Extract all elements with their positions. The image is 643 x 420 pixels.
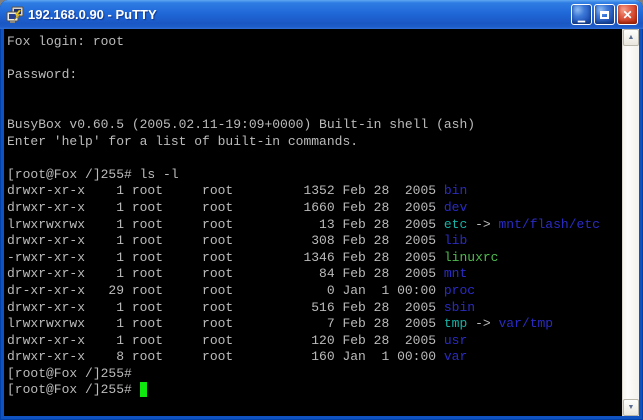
- minimize-icon: ▁: [578, 13, 585, 22]
- scrollbar[interactable]: ▲ ▼: [622, 29, 639, 416]
- terminal-line: [7, 100, 622, 117]
- terminal-lines: Fox login: root Password: BusyBox v0.60.…: [7, 34, 622, 399]
- putty-terminals-icon[interactable]: [6, 6, 24, 24]
- terminal-line: drwxr-xr-x 1 root root 84 Feb 28 2005 mn…: [7, 266, 622, 283]
- terminal-line: dr-xr-xr-x 29 root root 0 Jan 1 00:00 pr…: [7, 283, 622, 300]
- window-title: 192.168.0.90 - PuTTY: [28, 7, 571, 22]
- terminal-line: Password:: [7, 67, 622, 84]
- terminal-line: Fox login: root: [7, 34, 622, 51]
- minimize-button[interactable]: ▁: [571, 4, 592, 25]
- scroll-down-icon: ▼: [628, 404, 635, 411]
- terminal-line: [root@Fox /]255# ls -l: [7, 167, 622, 184]
- terminal-line: [7, 84, 622, 101]
- close-icon: ✕: [622, 9, 632, 21]
- terminal-line: drwxr-xr-x 1 root root 1660 Feb 28 2005 …: [7, 200, 622, 217]
- terminal-line: drwxr-xr-x 1 root root 516 Feb 28 2005 s…: [7, 300, 622, 317]
- title-bar[interactable]: 192.168.0.90 - PuTTY ▁ ✕: [0, 0, 643, 29]
- terminal-line: [7, 150, 622, 167]
- close-button[interactable]: ✕: [617, 4, 638, 25]
- terminal-line: drwxr-xr-x 1 root root 120 Feb 28 2005 u…: [7, 333, 622, 350]
- terminal-line: drwxr-xr-x 1 root root 308 Feb 28 2005 l…: [7, 233, 622, 250]
- scroll-up-icon: ▲: [628, 34, 635, 41]
- terminal-line: Enter 'help' for a list of built-in comm…: [7, 134, 622, 151]
- terminal-line: -rwxr-xr-x 1 root root 1346 Feb 28 2005 …: [7, 250, 622, 267]
- terminal-line: lrwxrwxrwx 1 root root 13 Feb 28 2005 et…: [7, 217, 622, 234]
- terminal-line: lrwxrwxrwx 1 root root 7 Feb 28 2005 tmp…: [7, 316, 622, 333]
- maximize-button[interactable]: [594, 4, 615, 25]
- terminal-line: [root@Fox /]255#: [7, 366, 622, 383]
- scroll-up-button[interactable]: ▲: [623, 29, 639, 46]
- window-body: Fox login: root Password: BusyBox v0.60.…: [0, 29, 643, 420]
- terminal-cursor: [140, 382, 148, 397]
- terminal-screen[interactable]: Fox login: root Password: BusyBox v0.60.…: [4, 29, 622, 416]
- window-controls: ▁ ✕: [571, 4, 638, 25]
- putty-window: 192.168.0.90 - PuTTY ▁ ✕ Fox login: root…: [0, 0, 643, 420]
- terminal-line: [7, 51, 622, 68]
- terminal-line: BusyBox v0.60.5 (2005.02.11-19:09+0000) …: [7, 117, 622, 134]
- scroll-down-button[interactable]: ▼: [623, 399, 639, 416]
- terminal-line: drwxr-xr-x 8 root root 160 Jan 1 00:00 v…: [7, 349, 622, 366]
- terminal-line: drwxr-xr-x 1 root root 1352 Feb 28 2005 …: [7, 183, 622, 200]
- terminal-line: [root@Fox /]255#: [7, 382, 622, 399]
- maximize-icon: [600, 11, 609, 19]
